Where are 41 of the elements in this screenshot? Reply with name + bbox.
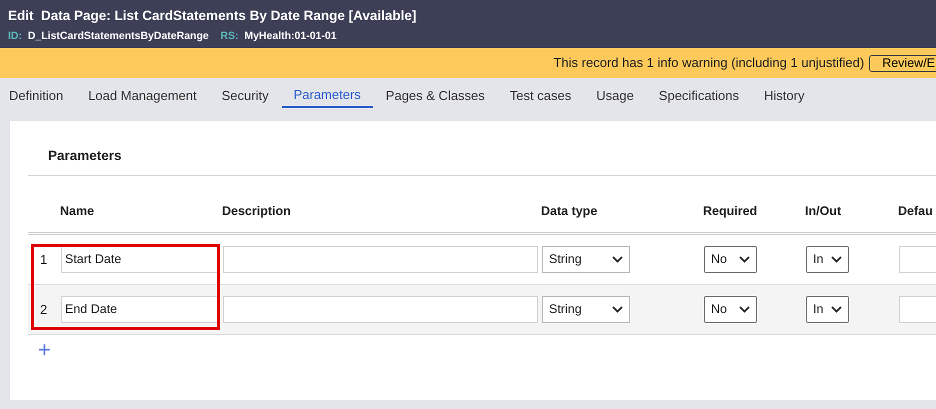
tab[interactable]: Test cases: [510, 78, 572, 108]
tab[interactable]: Pages & Classes: [386, 78, 485, 108]
tab[interactable]: Load Management: [88, 78, 197, 108]
tab[interactable]: Security: [222, 78, 269, 108]
id-label: ID:: [8, 30, 22, 42]
dropdown[interactable]: In: [806, 296, 849, 323]
review-button[interactable]: Review/E: [869, 54, 936, 72]
tab[interactable]: Usage: [596, 78, 634, 108]
description-field[interactable]: [223, 296, 538, 323]
description-field[interactable]: [223, 246, 538, 273]
column-header: Defau: [896, 194, 936, 235]
tab[interactable]: History: [764, 78, 804, 108]
column-header: Description: [220, 194, 539, 235]
dropdown[interactable]: String: [542, 296, 630, 323]
chevron-down-icon: [739, 306, 750, 313]
column-header: Data type: [539, 194, 701, 235]
tab[interactable]: Definition: [9, 78, 64, 108]
warning-message: This record has 1 info warning (including 1 unjustified): [553, 54, 864, 72]
dropdown[interactable]: String: [542, 246, 630, 273]
column-header: Name: [58, 194, 220, 235]
ruleset-value: MyHealth:01-01-01: [244, 30, 337, 42]
dropdown[interactable]: No: [704, 246, 757, 273]
dropdown[interactable]: No: [704, 296, 757, 323]
chevron-down-icon: [739, 256, 750, 263]
edit-label: Edit: [8, 8, 34, 23]
section-title: Parameters: [28, 146, 936, 176]
id-value: D_ListCardStatementsByDateRange: [28, 30, 209, 42]
name-field[interactable]: Start Date: [61, 246, 218, 273]
chevron-down-icon: [831, 256, 842, 263]
chevron-down-icon: [612, 256, 623, 263]
record-title: Data Page: List CardStatements By Date Range [Available]: [41, 8, 416, 23]
add-row-button[interactable]: +: [38, 339, 51, 361]
tab[interactable]: Parameters: [282, 78, 373, 108]
column-header: In/Out: [803, 194, 896, 235]
rs-label: RS:: [220, 30, 238, 42]
tab[interactable]: Specifications: [658, 78, 740, 108]
name-field[interactable]: End Date: [61, 296, 218, 323]
dropdown[interactable]: In: [806, 246, 849, 273]
column-header: Required: [701, 194, 803, 235]
chevron-down-icon: [831, 306, 842, 313]
chevron-down-icon: [612, 306, 623, 313]
